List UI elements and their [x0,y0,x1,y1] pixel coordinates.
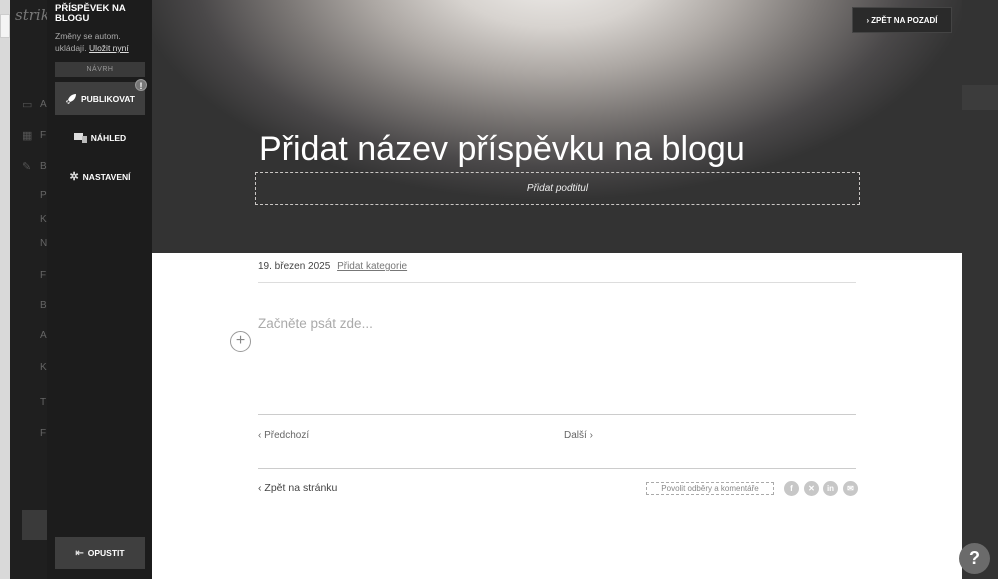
back-to-background-button[interactable]: › ZPĚT NA POZADÍ [852,7,952,33]
alert-badge: ! [135,79,147,91]
post-date: 19. březen 2025 [258,261,331,272]
previous-label: Předchozí [264,430,310,441]
settings-button[interactable]: ✲ NASTAVENÍ [55,160,145,193]
post-body-field[interactable]: Začněte psát zde... [258,316,373,331]
sidebar-item-label: F [40,270,47,281]
preview-button[interactable]: NÁHLED [55,121,145,154]
facebook-icon[interactable]: f [784,481,799,496]
edit-icon: ✎ [22,161,32,173]
right-overlay: ? [959,0,998,579]
exit-label: OPUSTIT [87,548,125,558]
calendar-icon: ▦ [22,130,33,142]
post-title-field[interactable]: Přidat název příspěvku na blogu [259,130,745,169]
chevron-right-icon: › [586,430,593,441]
back-to-page-link[interactable]: ‹ Zpět na stránku [258,482,337,494]
hero-header[interactable]: › ZPĚT NA POZADÍ Přidat název příspěvku … [152,0,962,253]
sidebar-item-label: F [40,130,47,141]
exit-icon: ⇤ [75,547,84,559]
dashboard-icon: ▭ [22,99,33,111]
x-icon[interactable]: ✕ [804,481,819,496]
sidebar-item-label: K [40,214,47,225]
add-categories-link[interactable]: Přidat kategorie [337,261,407,272]
back-to-page-label: Zpět na stránku [264,482,338,494]
post-content: 19. březen 2025 Přidat kategorie + Začně… [152,253,962,579]
post-meta: 19. březen 2025 Přidat kategorie [258,261,856,283]
divider [258,468,856,469]
settings-label: NASTAVENÍ [82,171,131,182]
sidebar-item-label: A [40,330,47,341]
sidebar-item-label: K [40,362,47,373]
divider [258,414,856,415]
right-band [962,85,998,110]
panel-title: PŘÍSPĚVEK NA BLOGU [55,3,126,24]
sidebar-item-label: A [40,99,47,110]
post-editor-panel: PŘÍSPĚVEK NA BLOGU Změny se autom. uklád… [47,0,152,579]
preview-label: NÁHLED [90,132,127,143]
autosave-note: Změny se autom. ukládají. Uložit nyní [55,30,150,54]
sidebar-item-label: F [40,428,47,439]
linkedin-icon[interactable]: in [823,481,838,496]
next-post-link[interactable]: Další › [564,430,593,441]
save-now-link[interactable]: Uložit nyní [89,43,129,53]
email-icon[interactable]: ✉ [843,481,858,496]
add-block-button[interactable]: + [230,331,251,352]
preview-icon [73,132,87,143]
publish-label: PUBLIKOVAT [81,93,135,104]
previous-post-link[interactable]: ‹ Předchozí [258,430,309,441]
app-logo: strik [15,6,50,24]
chevron-right-icon: › [866,15,870,25]
back-to-background-label: ZPĚT NA POZADÍ [871,15,938,25]
left-edge-strip [0,0,10,579]
next-label: Další [564,430,587,441]
publish-button[interactable]: PUBLIKOVAT [55,82,145,115]
sidebar-item-label: T [40,397,47,408]
gear-icon: ✲ [69,171,79,183]
sidebar-item-label: B [40,300,47,311]
status-badge: NÁVRH [55,62,145,77]
editor-window: strik ▭ A ▦ F ✎ B P K N F B A K T F PŘÍS… [0,0,998,579]
rocket-icon [66,93,76,104]
edge-button [0,14,10,38]
subtitle-field[interactable]: Přidat podtitul [255,172,860,205]
subscribe-comments-button[interactable]: Povolit odběry a komentáře [646,482,774,495]
sidebar-item-label: P [40,190,47,201]
help-button[interactable]: ? [959,543,990,574]
sidebar-item-label: B [40,161,47,172]
sidebar-tile [22,510,47,540]
exit-button[interactable]: ⇤ OPUSTIT [55,537,145,569]
